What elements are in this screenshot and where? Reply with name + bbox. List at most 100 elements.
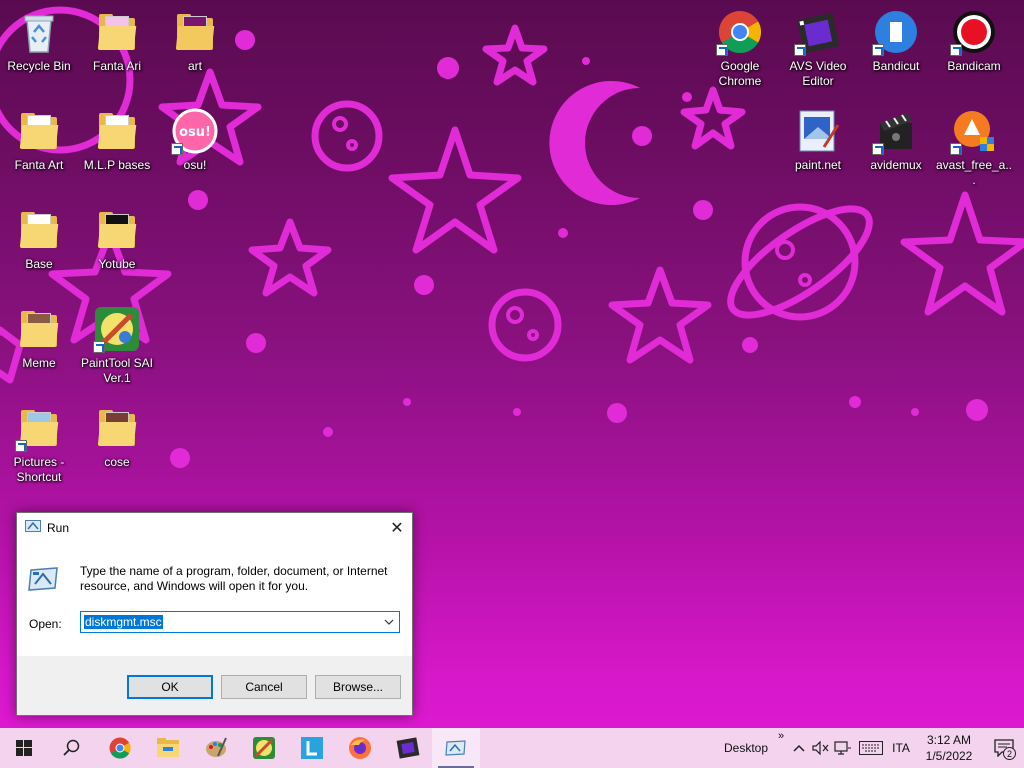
taskbar: Desktop » ITA 3:12 AM 1/5/2022 2 <box>0 728 1024 768</box>
l-app-icon <box>301 737 323 759</box>
cose-folder[interactable]: cose <box>78 400 156 496</box>
desktop-icon-label: osu! <box>183 158 207 172</box>
shortcut-arrow-icon <box>15 440 27 452</box>
action-center-button[interactable]: 2 <box>984 728 1024 768</box>
browse-button[interactable]: Browse... <box>315 675 401 699</box>
yotube-folder[interactable]: Yotube <box>78 202 156 298</box>
fanta-ari-folder[interactable]: Fanta Ari <box>78 4 156 100</box>
bandicam-shortcut[interactable]: Bandicam <box>935 4 1013 100</box>
shortcut-arrow-icon <box>872 44 884 56</box>
avs-video-editor-icon <box>794 8 842 56</box>
osu-shortcut[interactable]: osu! osu! <box>156 103 234 199</box>
run-app-icon <box>27 566 61 595</box>
art-folder[interactable]: art <box>156 4 234 100</box>
taskbar-l-app[interactable] <box>288 728 336 768</box>
run-icon <box>445 740 466 756</box>
folder-icon <box>93 8 141 56</box>
paint-net-shortcut[interactable]: paint.net <box>779 103 857 199</box>
bandicut-shortcut[interactable]: Bandicut <box>857 4 935 100</box>
desktop-icon-label: avast_free_a... <box>935 158 1013 187</box>
taskbar-paint-palette[interactable] <box>192 728 240 768</box>
run-dialog-title: Run <box>47 520 70 535</box>
tray-overflow-button[interactable] <box>788 728 810 768</box>
recycle-bin-icon <box>15 8 63 56</box>
avast-shortcut[interactable]: avast_free_a... <box>935 103 1013 199</box>
paint-net-icon <box>794 107 842 155</box>
taskbar-chrome[interactable] <box>96 728 144 768</box>
desktop-icon-label: Google Chrome <box>718 59 762 88</box>
painttool-sai-shortcut[interactable]: PaintTool SAI Ver.1 <box>78 301 156 397</box>
taskbar-paintnet[interactable] <box>240 728 288 768</box>
chevron-down-icon[interactable] <box>381 614 397 630</box>
folder-icon <box>93 107 141 155</box>
pictures-folder-icon <box>15 404 63 452</box>
folder-icon <box>15 305 63 353</box>
touch-keyboard-button[interactable] <box>854 728 888 768</box>
system-tray: Desktop » ITA 3:12 AM 1/5/2022 2 <box>718 728 1024 768</box>
toolbar-expand[interactable]: » <box>774 728 788 768</box>
desktop-icon-label: avidemux <box>870 158 922 172</box>
start-button[interactable] <box>0 728 48 768</box>
clock-date: 1/5/2022 <box>925 749 973 763</box>
run-dialog-body: Type the name of a program, folder, docu… <box>17 542 412 656</box>
desktop-icon-label: Recycle Bin <box>7 59 71 73</box>
google-chrome-shortcut[interactable]: Google Chrome <box>701 4 779 100</box>
network-icon <box>834 741 851 755</box>
meme-folder[interactable]: Meme <box>0 301 78 397</box>
run-description: Type the name of a program, folder, docu… <box>80 564 388 593</box>
desktop-icon-label: paint.net <box>794 158 842 172</box>
folder-icon <box>93 404 141 452</box>
shortcut-arrow-icon <box>950 143 962 155</box>
taskbar-avs-video[interactable] <box>384 728 432 768</box>
osu-icon: osu! <box>171 107 219 155</box>
close-button[interactable]: ✕ <box>382 513 412 542</box>
open-combobox[interactable]: diskmgmt.msc <box>80 611 400 633</box>
chrome-icon <box>716 8 764 56</box>
shortcut-arrow-icon <box>950 44 962 56</box>
volume-button[interactable] <box>810 728 832 768</box>
search-button[interactable] <box>48 728 96 768</box>
desktop-icon-label: AVS Video Editor <box>789 59 847 88</box>
chevron-double-icon: » <box>777 730 785 742</box>
paintnet-icon <box>253 737 275 759</box>
painttool-icon <box>206 737 227 757</box>
clock[interactable]: 3:12 AM 1/5/2022 <box>914 732 984 764</box>
bandicam-icon <box>950 8 998 56</box>
avs-video-editor-shortcut[interactable]: AVS Video Editor <box>779 4 857 100</box>
cancel-button[interactable]: Cancel <box>221 675 307 699</box>
notification-count-badge: 2 <box>1003 747 1016 760</box>
volume-muted-icon <box>812 741 829 755</box>
taskbar-firefox[interactable] <box>336 728 384 768</box>
desktop-icon-label: Base <box>25 257 53 271</box>
clock-time: 3:12 AM <box>926 733 972 747</box>
run-dialog-titlebar[interactable]: Run ✕ <box>17 513 412 542</box>
taskbar-file-explorer[interactable] <box>144 728 192 768</box>
network-button[interactable] <box>832 728 854 768</box>
folder-icon <box>93 206 141 254</box>
run-title-icon <box>25 519 41 536</box>
input-language[interactable]: ITA <box>888 728 914 768</box>
folder-icon <box>15 107 63 155</box>
windows-logo-icon <box>16 740 32 756</box>
pictures-shortcut[interactable]: Pictures - Shortcut <box>0 400 78 496</box>
desktop-icon-label: Bandicam <box>947 59 1001 73</box>
desktop-toolbar-label: Desktop <box>723 741 769 755</box>
desktop-icon-label: cose <box>104 455 130 469</box>
shortcut-arrow-icon <box>716 44 728 56</box>
mlp-bases-folder[interactable]: M.L.P bases <box>78 103 156 199</box>
avidemux-shortcut[interactable]: avidemux <box>857 103 935 199</box>
desktop-toolbar[interactable]: Desktop <box>718 728 774 768</box>
chevron-up-icon <box>793 744 805 752</box>
run-dialog: Run ✕ Type the name of a program, folder… <box>16 512 413 716</box>
taskbar-run[interactable] <box>432 728 480 768</box>
base-folder[interactable]: Base <box>0 202 78 298</box>
open-input[interactable]: diskmgmt.msc <box>84 615 163 629</box>
recycle-bin-icon-item[interactable]: Recycle Bin <box>0 4 78 100</box>
fanta-art-folder[interactable]: Fanta Art <box>0 103 78 199</box>
folder-icon <box>171 8 219 56</box>
folder-icon <box>15 206 63 254</box>
close-icon: ✕ <box>390 519 404 537</box>
ok-button[interactable]: OK <box>127 675 213 699</box>
bandicut-icon <box>872 8 920 56</box>
shortcut-arrow-icon <box>93 341 105 353</box>
